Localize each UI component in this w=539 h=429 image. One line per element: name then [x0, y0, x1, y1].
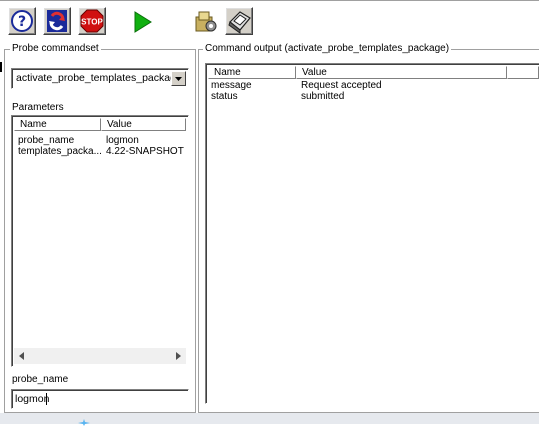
parameters-column-name[interactable]: Name: [14, 118, 101, 131]
list-item[interactable]: templates_packa... 4.22-SNAPSHOT: [14, 146, 186, 157]
print-button[interactable]: [225, 7, 253, 35]
probe-name-field-label: probe_name: [12, 374, 69, 385]
output-list-header: Name Value: [208, 66, 539, 79]
list-item[interactable]: message Request accepted: [208, 80, 539, 91]
output-column-filler: [507, 66, 539, 79]
help-icon: ?: [11, 10, 33, 32]
scroll-right-button[interactable]: [170, 348, 186, 364]
commandset-dropdown-button[interactable]: [171, 71, 186, 86]
settings-button[interactable]: [193, 9, 219, 35]
chevron-down-icon: [175, 77, 182, 81]
list-item[interactable]: probe_name logmon: [14, 135, 186, 146]
toolbar-top-border: [0, 0, 539, 1]
commandset-select-value: activate_probe_templates_package: [16, 72, 182, 84]
printer-icon: [228, 11, 251, 34]
stop-button[interactable]: STOP: [78, 7, 106, 35]
param-value: logmon: [106, 135, 139, 146]
parameters-list[interactable]: Name Value probe_name logmon templates_p…: [11, 115, 189, 367]
commandset-select[interactable]: activate_probe_templates_package: [11, 68, 189, 89]
parameters-column-value[interactable]: Value: [101, 118, 186, 131]
output-rows: message Request accepted status submitte…: [208, 80, 539, 102]
chevron-right-icon: [176, 352, 181, 360]
parameters-label: Parameters: [12, 102, 64, 113]
output-value: submitted: [301, 91, 345, 102]
cursor-sparkle-icon: [78, 417, 90, 426]
settings-icon: [195, 11, 217, 32]
stop-icon: STOP: [80, 9, 104, 33]
refresh-button[interactable]: [43, 7, 71, 35]
left-edge-marker: [0, 62, 2, 72]
help-button[interactable]: ?: [8, 7, 36, 35]
parameters-hscrollbar[interactable]: [14, 348, 186, 364]
play-icon: [134, 11, 152, 33]
probe-name-input[interactable]: logmon: [11, 389, 189, 409]
probe-commandset-legend: Probe commandset: [10, 43, 101, 54]
parameters-rows: probe_name logmon templates_packa... 4.2…: [14, 135, 186, 157]
scroll-left-button[interactable]: [14, 348, 30, 364]
refresh-icon: [47, 10, 67, 32]
output-column-value[interactable]: Value: [296, 66, 507, 79]
param-name: probe_name: [18, 135, 75, 146]
command-output-legend: Command output (activate_probe_templates…: [203, 43, 452, 54]
chevron-left-icon: [19, 352, 24, 360]
parameters-list-header: Name Value: [14, 118, 186, 131]
command-output-list[interactable]: Name Value message Request accepted stat…: [205, 63, 539, 404]
param-value: 4.22-SNAPSHOT: [106, 146, 184, 157]
text-cursor: [46, 393, 47, 405]
output-name: status: [211, 91, 238, 102]
probe-name-input-value: logmon: [15, 393, 50, 405]
output-value: Request accepted: [301, 80, 382, 91]
list-item[interactable]: status submitted: [208, 91, 539, 102]
svg-text:?: ?: [18, 14, 26, 30]
output-column-name[interactable]: Name: [208, 66, 296, 79]
output-name: message: [211, 80, 252, 91]
param-name: templates_packa...: [18, 146, 101, 157]
svg-text:STOP: STOP: [81, 18, 103, 27]
run-button[interactable]: [129, 9, 155, 35]
